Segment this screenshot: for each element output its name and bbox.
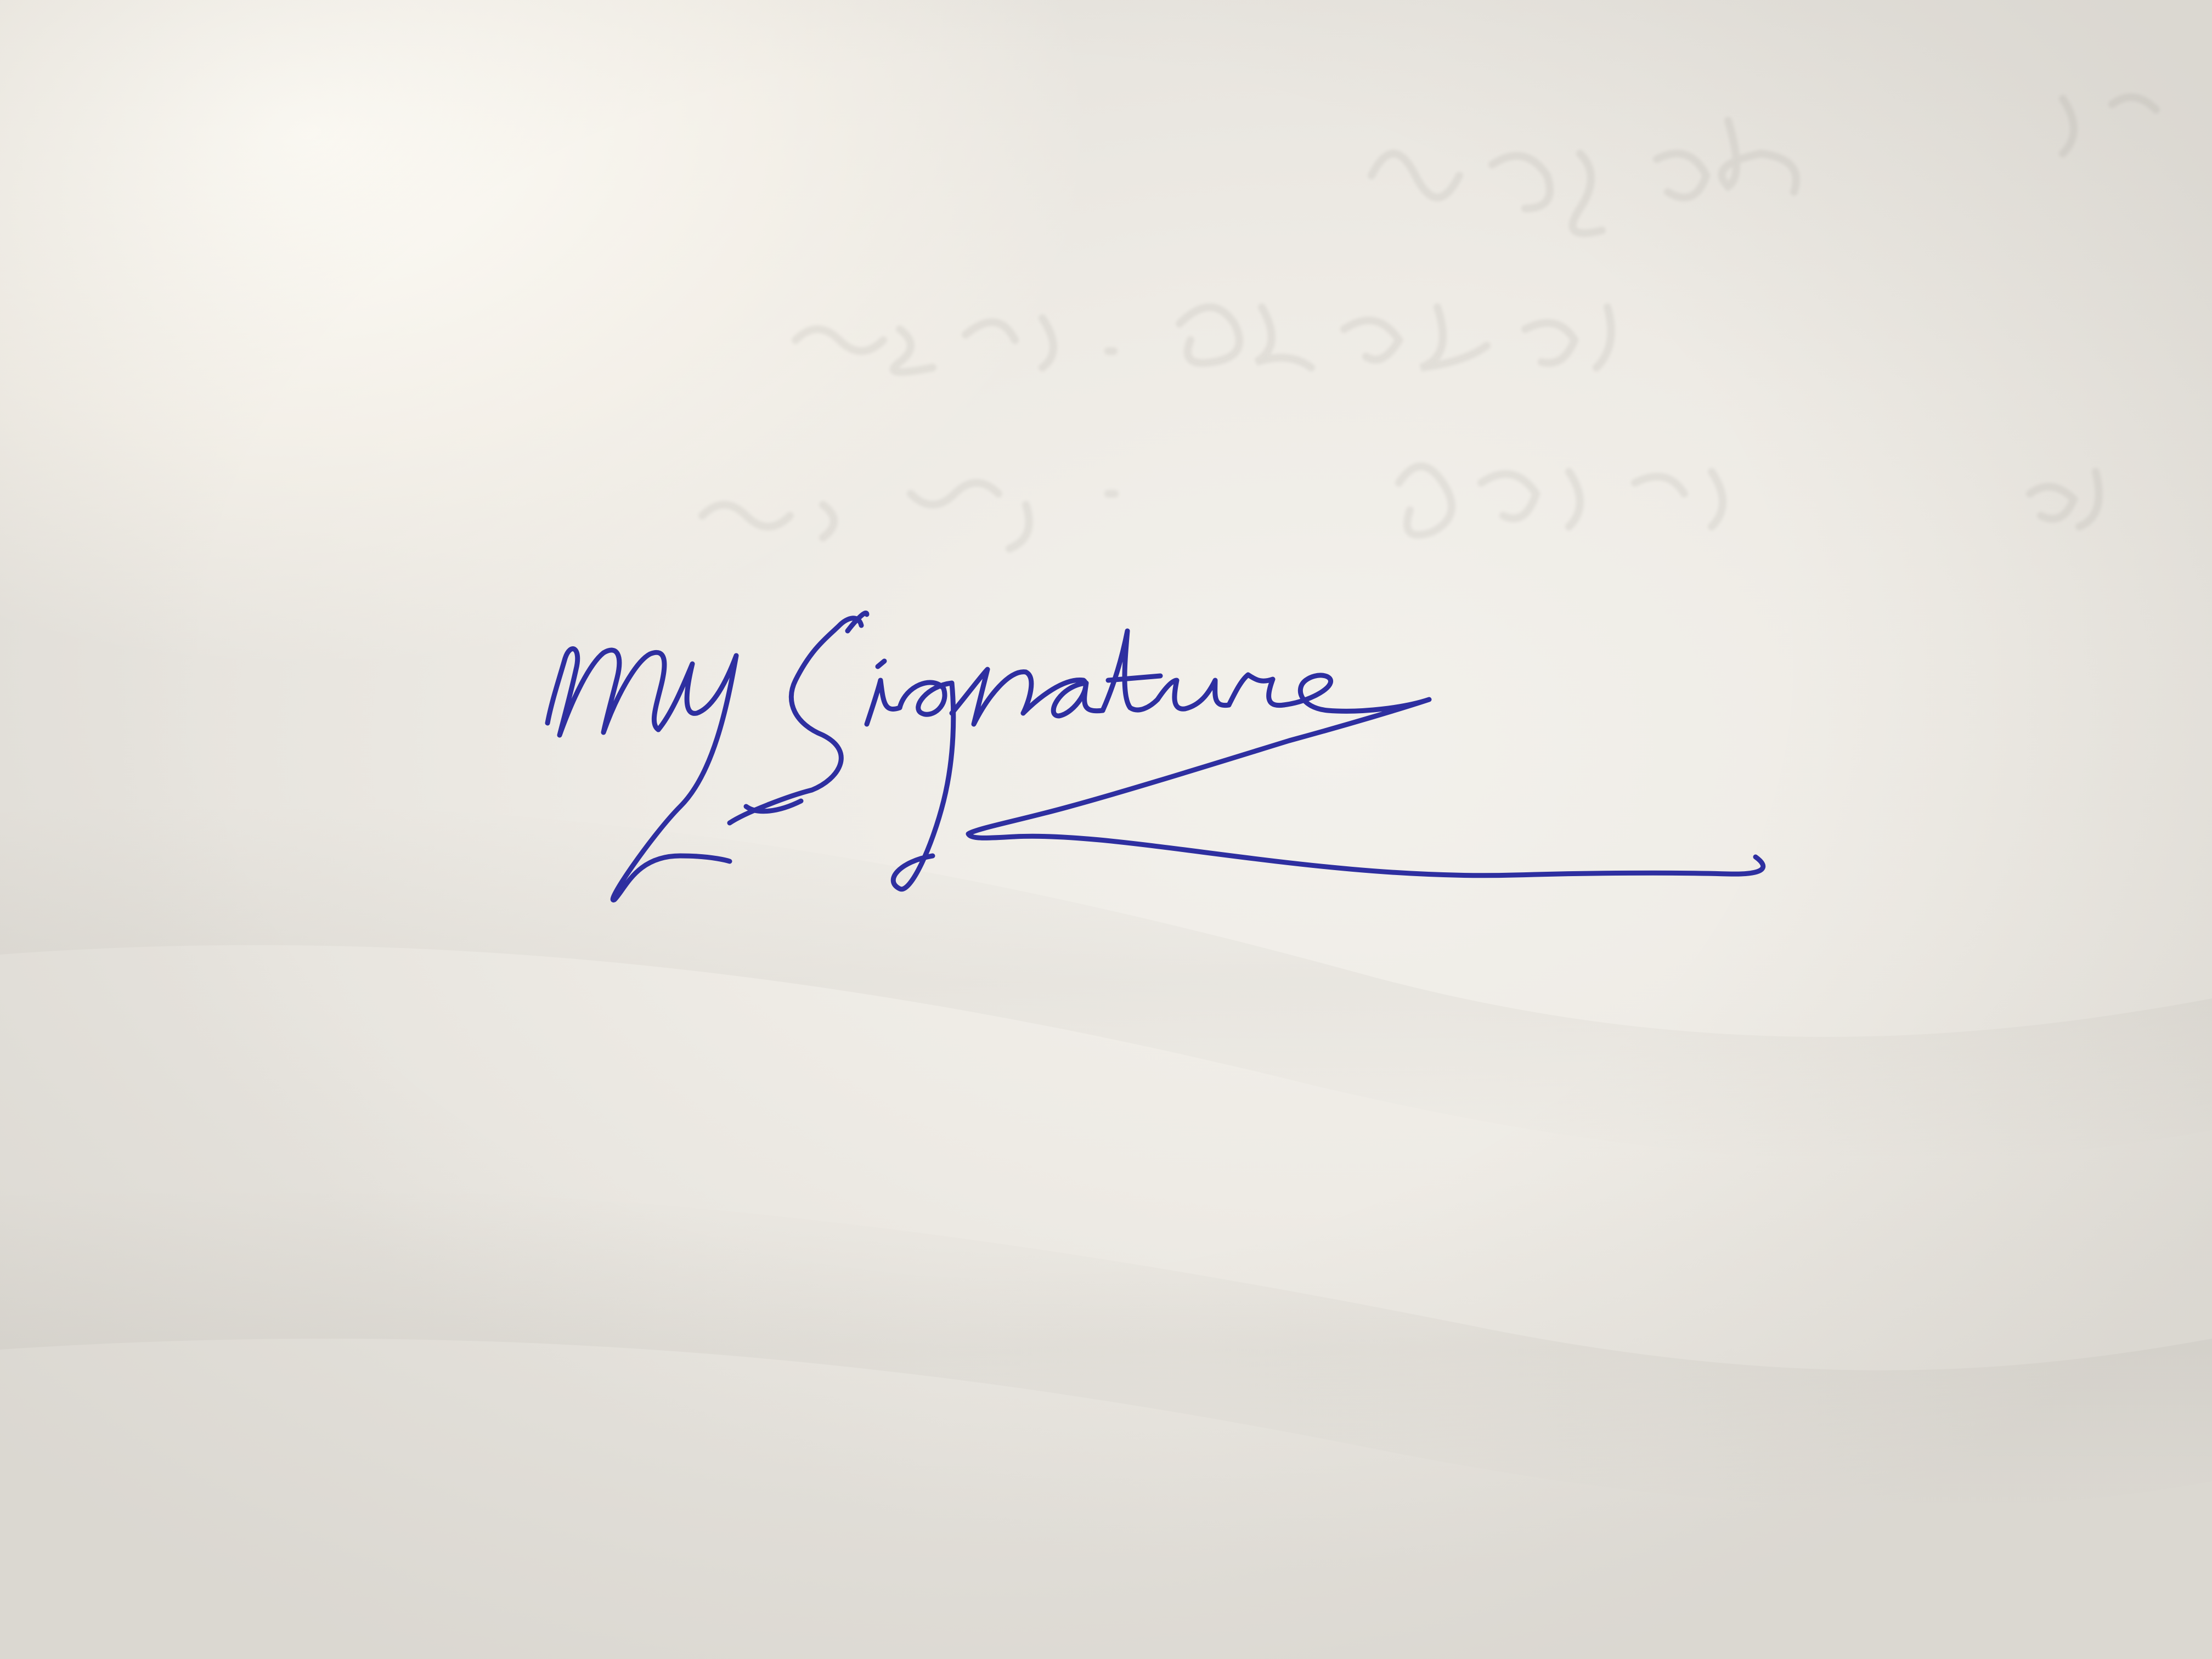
signature-letter-i	[864, 678, 902, 727]
signature-letter-y	[610, 653, 739, 902]
signature-letter-n	[949, 667, 1034, 727]
signature-letter-u	[1155, 678, 1232, 712]
signature-letter-t	[1100, 628, 1160, 713]
signature-i-dot	[875, 658, 887, 669]
signature-letter-m	[545, 646, 667, 738]
signature-letter-S	[727, 611, 870, 826]
signature-letter-a	[1020, 678, 1105, 719]
signature-letter-g	[890, 680, 956, 892]
handwritten-signature: mySignature	[545, 611, 1766, 902]
paper-photo: mySignature	[0, 0, 2212, 1659]
signature-letter-r	[1226, 672, 1286, 708]
